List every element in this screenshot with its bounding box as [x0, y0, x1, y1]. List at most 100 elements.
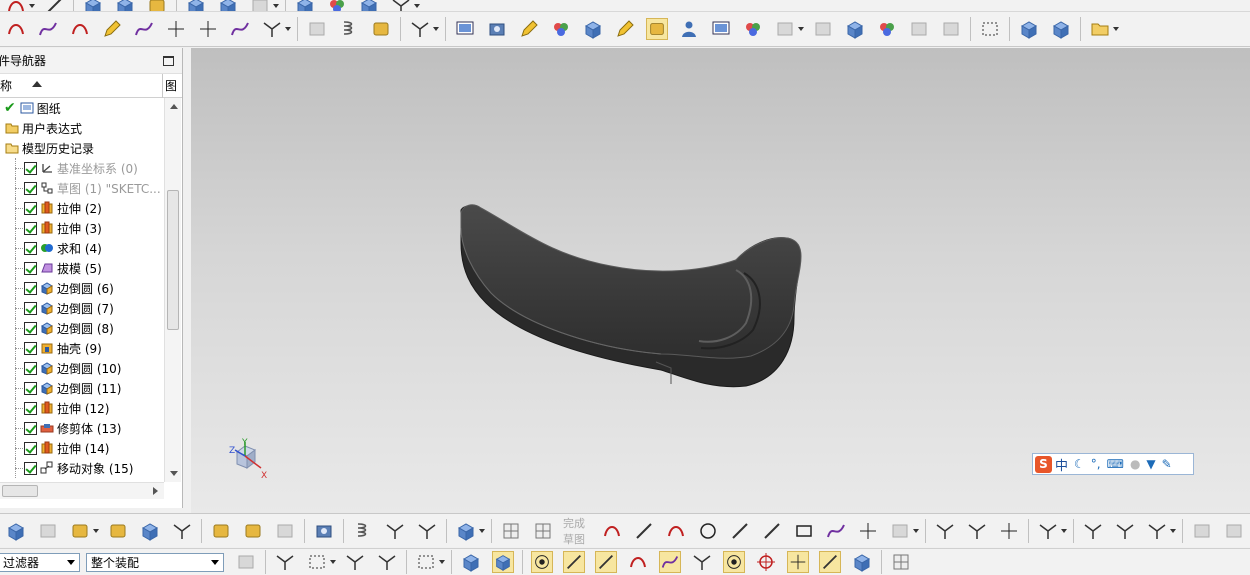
helix-icon[interactable] [338, 18, 360, 40]
cube-outline2-icon[interactable] [940, 18, 962, 40]
arc-sketch-icon[interactable] [665, 520, 687, 542]
tree-node[interactable]: 求和 (4) [0, 238, 164, 258]
select-feature-icon[interactable] [274, 551, 296, 573]
user-icon[interactable]: ● [1130, 457, 1140, 471]
existing-point-icon[interactable] [851, 551, 873, 573]
visibility-checkbox[interactable] [24, 321, 37, 335]
fillet-icon[interactable] [69, 18, 91, 40]
tree-node[interactable]: 拔模 (5) [0, 258, 164, 278]
scroll-up-icon[interactable] [170, 104, 178, 109]
visibility-checkbox[interactable] [24, 261, 37, 275]
split-icon[interactable] [171, 520, 193, 542]
material-icon[interactable] [582, 18, 604, 40]
sketch-icon[interactable] [500, 520, 522, 542]
point-sketch-icon[interactable] [857, 520, 879, 542]
line-icon[interactable] [43, 0, 65, 11]
tree-node[interactable]: 拉伸 (3) [0, 218, 164, 238]
mirror-icon[interactable] [139, 520, 161, 542]
chain-icon[interactable] [352, 520, 374, 542]
circle-icon[interactable] [697, 520, 719, 542]
control-point-icon[interactable] [595, 551, 617, 573]
shade-icon[interactable] [249, 0, 271, 11]
visibility-checkbox[interactable] [24, 301, 37, 315]
graphics-viewport[interactable]: Y X Z S 中 ☾ °, ⌨ ● ▼ ✎ [191, 48, 1250, 513]
rect-select-icon[interactable] [415, 551, 437, 573]
chevron-down-icon[interactable] [285, 27, 291, 31]
display-icon[interactable] [774, 18, 796, 40]
selection-window-icon[interactable] [979, 18, 1001, 40]
visibility-checkbox[interactable] [24, 381, 37, 395]
layer-settings-icon[interactable] [1018, 18, 1040, 40]
render-icon[interactable] [326, 0, 348, 11]
quadrant-icon[interactable] [755, 551, 777, 573]
tree-node[interactable]: 用户表达式 [0, 118, 164, 138]
triad-icon[interactable] [390, 0, 412, 11]
fillet-sketch-icon[interactable] [729, 520, 751, 542]
lamp-icon[interactable] [614, 18, 636, 40]
sheet-icon[interactable] [313, 520, 335, 542]
highlight-icon[interactable] [646, 18, 668, 40]
offset-icon[interactable] [889, 520, 911, 542]
visibility-checkbox[interactable] [24, 441, 37, 455]
quick-extend-icon[interactable] [966, 520, 988, 542]
tree-node[interactable]: 拉伸 (12) [0, 398, 164, 418]
spline-snap-icon[interactable] [659, 551, 681, 573]
ime-toolbar[interactable]: S 中 ☾ °, ⌨ ● ▼ ✎ [1032, 453, 1194, 475]
curve-icon[interactable] [5, 0, 27, 11]
tree-node[interactable]: 边倒圆 (8) [0, 318, 164, 338]
chevron-down-icon[interactable] [1170, 528, 1176, 533]
tree-node[interactable]: 边倒圆 (11) [0, 378, 164, 398]
measure-icon[interactable] [384, 520, 406, 542]
cylinder-icon[interactable] [306, 18, 328, 40]
tree-node[interactable]: 修剪体 (13) [0, 418, 164, 438]
filter-dropdown[interactable]: 过滤器 [0, 552, 80, 572]
point-on-curve-icon[interactable] [819, 551, 841, 573]
tree-node[interactable]: 抽壳 (9) [0, 338, 164, 358]
tree-icon[interactable] [416, 520, 438, 542]
orient-icon[interactable] [294, 0, 316, 11]
half-width-moon-icon[interactable]: ☾ [1074, 457, 1085, 471]
chevron-down-icon[interactable] [1061, 528, 1067, 533]
quick-trim-icon[interactable] [934, 520, 956, 542]
select-body-icon[interactable] [306, 551, 328, 573]
finish-sketch-grid-icon[interactable] [532, 520, 554, 542]
visibility-checkbox[interactable] [24, 221, 37, 235]
colors-icon[interactable] [550, 18, 572, 40]
project-curve-icon[interactable] [133, 18, 155, 40]
chevron-down-icon[interactable] [798, 27, 804, 31]
intersection-icon[interactable] [787, 551, 809, 573]
visibility-checkbox[interactable] [24, 181, 37, 195]
constraint-icon[interactable] [1082, 520, 1104, 542]
center-icon[interactable] [723, 551, 745, 573]
tree-node[interactable]: 拉伸 (14) [0, 438, 164, 458]
profile-icon[interactable] [601, 520, 623, 542]
offset-curve-icon[interactable] [101, 18, 123, 40]
relations-icon[interactable] [1223, 520, 1245, 542]
show-constraints-icon[interactable] [1191, 520, 1213, 542]
tree-node[interactable]: 移动对象 (15) [0, 458, 164, 478]
column-name-header[interactable]: 称 [0, 77, 162, 94]
select-face-icon[interactable] [460, 551, 482, 573]
chevron-down-icon[interactable] [414, 3, 420, 8]
chevron-down-icon[interactable] [479, 528, 485, 533]
scroll-down-icon[interactable] [170, 471, 178, 476]
endpoint-icon[interactable] [531, 551, 553, 573]
finish-sketch-button[interactable]: 完成草图 [563, 515, 592, 547]
visibility-checkbox[interactable] [24, 341, 37, 355]
part-navigator-icon[interactable] [5, 520, 27, 542]
palette-icon[interactable] [742, 18, 764, 40]
tree-node[interactable]: 草图 (1) "SKETC... [0, 178, 164, 198]
visibility-checkbox[interactable] [24, 201, 37, 215]
maximize-icon[interactable] [163, 56, 174, 66]
coin-icon[interactable] [370, 18, 392, 40]
curved-solid-part[interactable] [460, 204, 802, 388]
skin-shirt-icon[interactable]: ▼ [1146, 457, 1155, 471]
line-sketch-icon[interactable] [633, 520, 655, 542]
point-set-icon[interactable] [197, 18, 219, 40]
visibility-checkbox[interactable] [24, 281, 37, 295]
image-icon[interactable] [876, 18, 898, 40]
part-icon[interactable] [82, 0, 104, 11]
rectangle-icon[interactable] [793, 520, 815, 542]
chamfer-sketch-icon[interactable] [761, 520, 783, 542]
column-other-header[interactable]: 图 [162, 73, 177, 98]
